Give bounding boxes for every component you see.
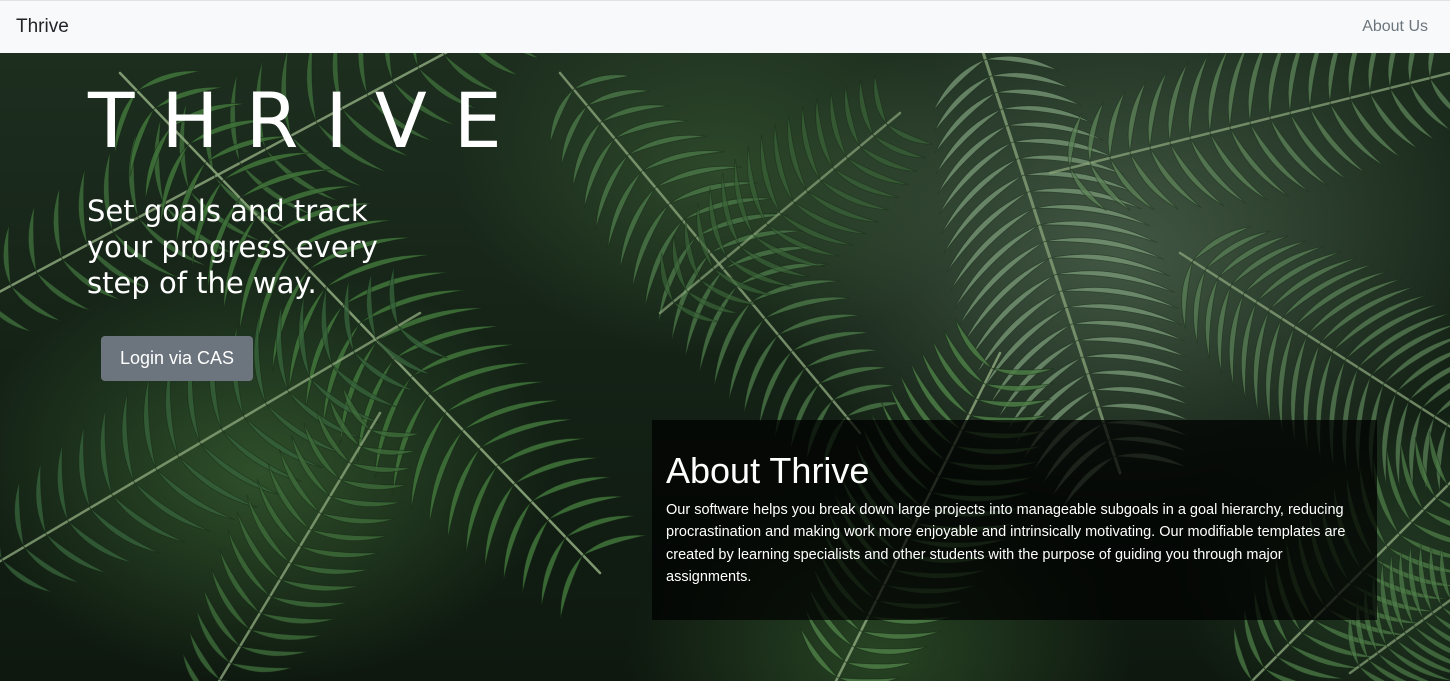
top-navbar: Thrive About Us — [0, 0, 1450, 53]
palm-frond-decoration — [549, 71, 904, 471]
hero-title: THRIVE — [88, 76, 529, 165]
about-panel: About Thrive Our software helps you brea… — [652, 420, 1377, 620]
palm-frond-decoration — [0, 266, 449, 593]
about-description: Our software helps you break down large … — [666, 502, 1346, 586]
nav-link-about-us[interactable]: About Us — [1362, 18, 1428, 36]
login-via-cas-button[interactable]: Login via CAS — [101, 336, 253, 381]
palm-frond-decoration — [1048, 53, 1450, 212]
navbar-brand[interactable]: Thrive — [16, 16, 69, 38]
about-title: About Thrive — [666, 450, 870, 491]
hero-tagline: Set goals and track your progress every … — [87, 194, 378, 300]
hero-section: THRIVE Set goals and track your progress… — [0, 53, 1450, 681]
